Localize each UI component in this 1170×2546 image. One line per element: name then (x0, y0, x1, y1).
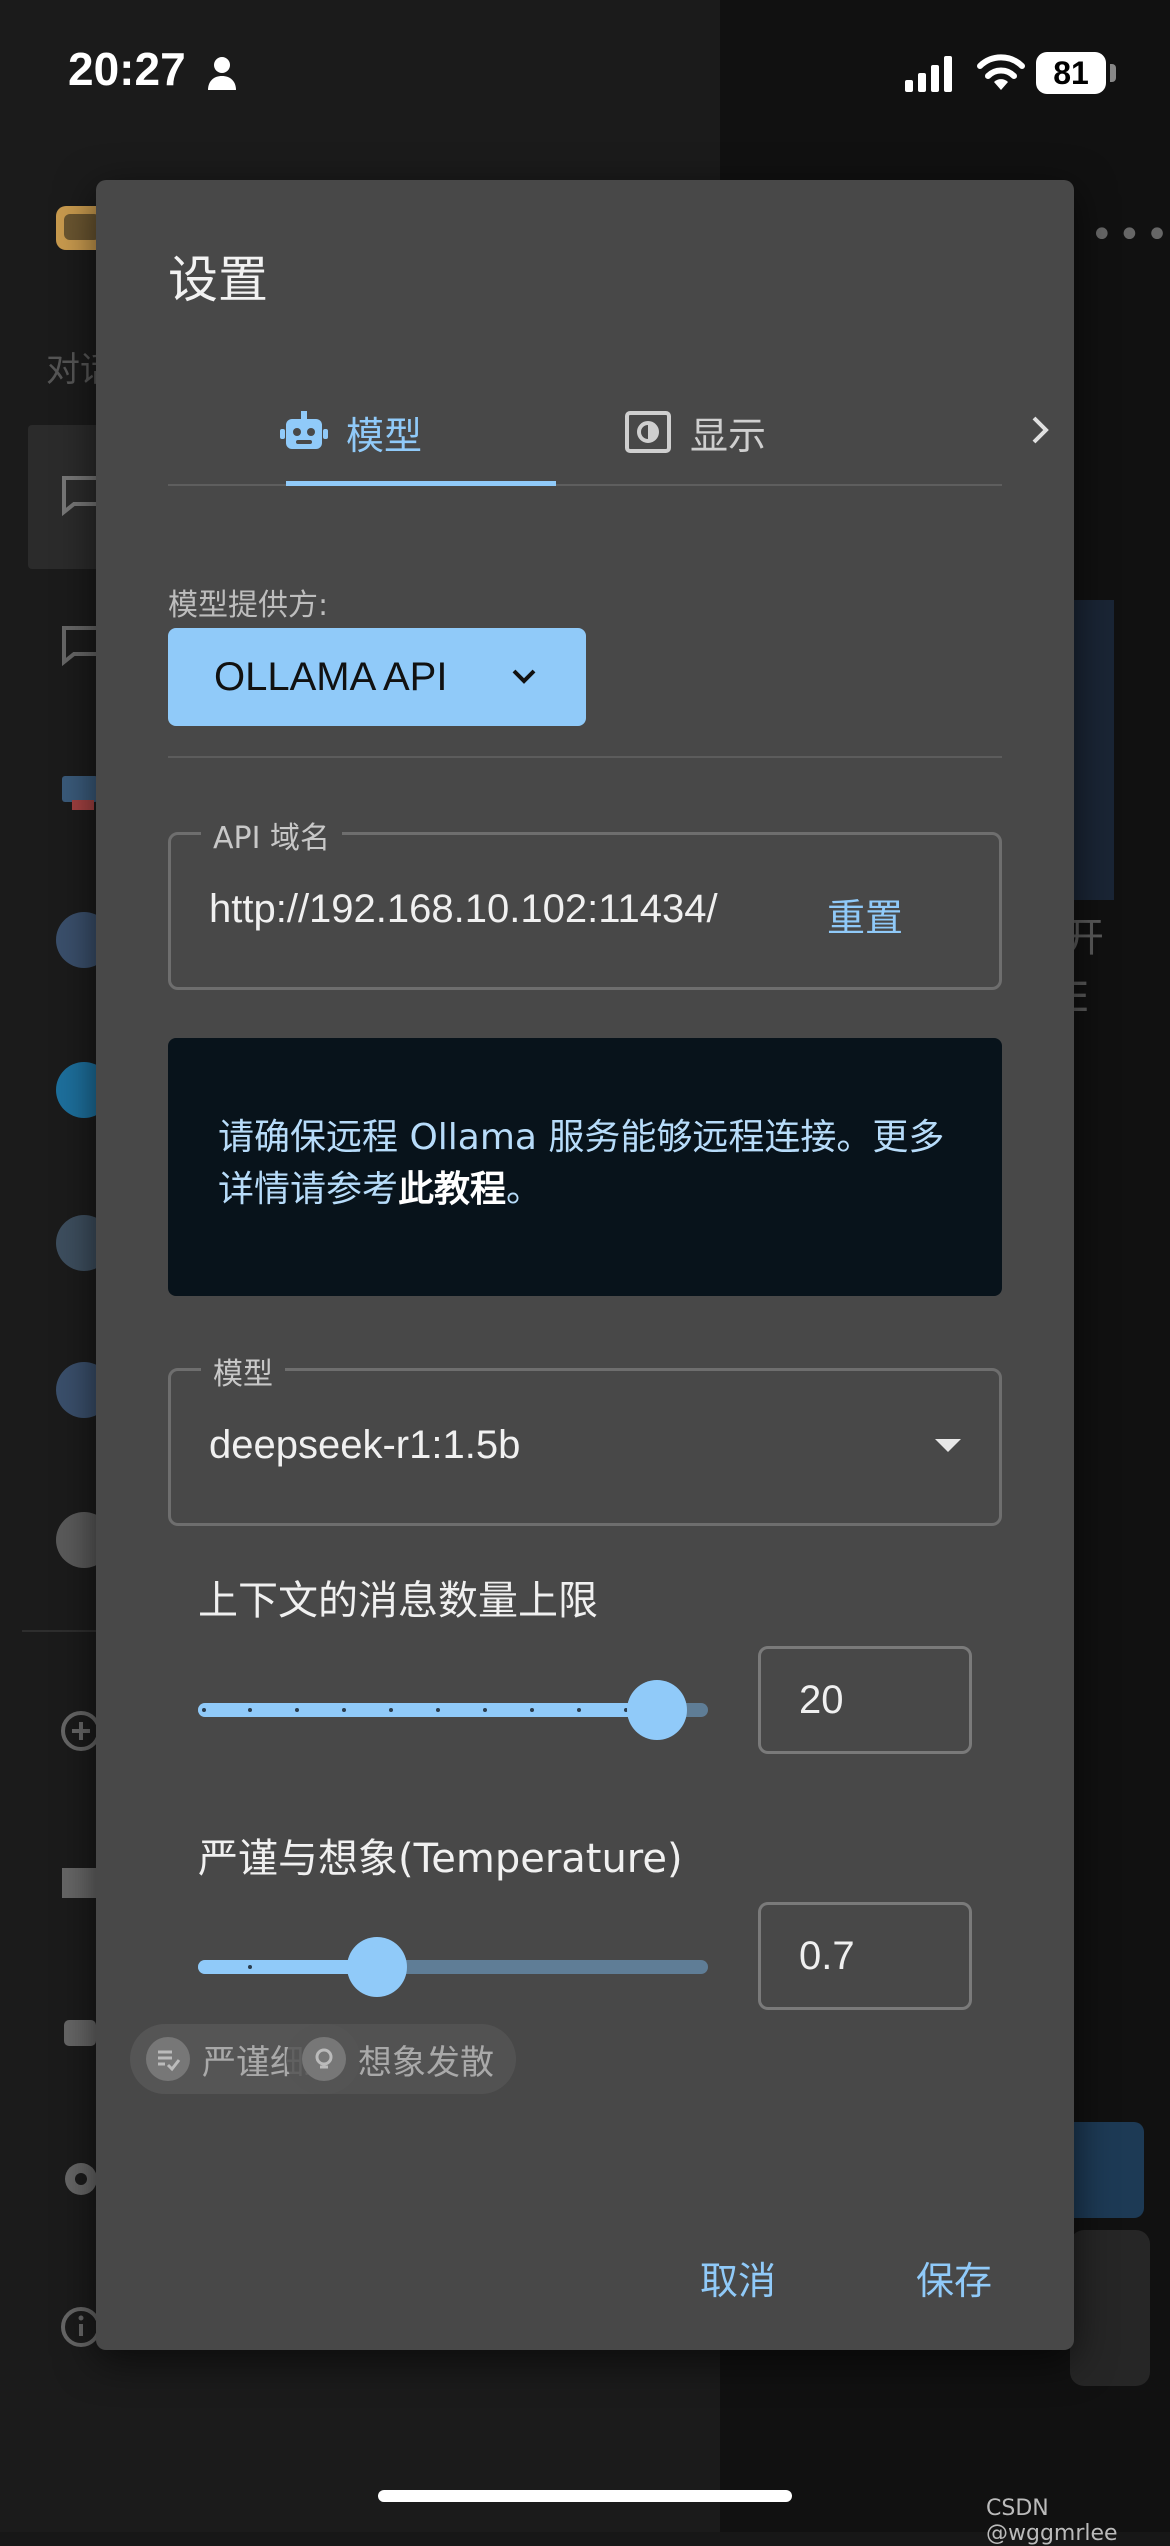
lightbulb-icon (302, 2037, 346, 2081)
tutorial-link[interactable]: 此教程 (398, 1169, 506, 1210)
context-limit-thumb[interactable] (627, 1680, 687, 1740)
robot-icon (280, 411, 328, 449)
wifi-icon (977, 54, 1025, 90)
watermark: CSDN @wggmrlee (986, 2496, 1118, 2546)
api-host-input[interactable]: http://192.168.10.102:11434/ (209, 887, 718, 932)
model-value: deepseek-r1:1.5b (209, 1423, 521, 1467)
api-host-field[interactable]: API 域名 http://192.168.10.102:11434/ 重置 (168, 813, 1002, 990)
provider-select-button[interactable]: OLLAMA API (168, 628, 586, 726)
context-limit-label: 上下文的消息数量上限 (198, 1578, 598, 1624)
settings-dialog: 设置 模型 显示 模型提供方: OLLAMA API API 域名 http:/… (96, 180, 1074, 2350)
slider-tick (436, 1708, 440, 1712)
caret-down-icon (935, 1439, 961, 1452)
reset-button[interactable]: 重置 (827, 887, 903, 942)
info-text: 请确保远程 Ollama 服务能够远程连接。更多详情请参考此教程。 (218, 1112, 978, 1216)
context-limit-fill (198, 1703, 657, 1717)
status-time: 20:27 (68, 43, 186, 95)
context-limit-input[interactable]: 20 (758, 1646, 972, 1754)
chevron-down-icon (512, 669, 536, 684)
temperature-thumb[interactable] (347, 1937, 407, 1997)
info-message: 请确保远程 Ollama 服务能够远程连接。更多详情请参考 (218, 1117, 945, 1210)
creative-mode-chip[interactable]: 想象发散 (286, 2024, 516, 2094)
tab-model[interactable]: 模型 (280, 380, 422, 484)
slider-tick (342, 1708, 346, 1712)
dialog-title: 设置 (168, 251, 268, 309)
tab-display[interactable]: 显示 (624, 380, 766, 484)
slider-tick (248, 1965, 252, 1969)
section-divider (168, 756, 1002, 758)
temperature-label: 严谨与想象(Temperature) (198, 1836, 683, 1882)
creative-mode-label: 想象发散 (358, 2042, 494, 2083)
person-icon (208, 57, 236, 90)
checklist-icon (146, 2037, 190, 2081)
model-legend: 模型 (201, 1349, 285, 1393)
battery-tip (1110, 64, 1116, 82)
active-tab-indicator (286, 481, 556, 486)
cancel-button[interactable]: 取消 (700, 2250, 776, 2305)
display-icon (625, 411, 671, 453)
status-bar: 20:27 81 (0, 0, 1170, 140)
info-alert: 请确保远程 Ollama 服务能够远程连接。更多详情请参考此教程。 (168, 1038, 1002, 1296)
model-select[interactable]: 模型 deepseek-r1:1.5b (168, 1349, 1002, 1526)
save-button[interactable]: 保存 (916, 2250, 992, 2305)
more-icon: ••• (1090, 212, 1170, 258)
provider-value: OLLAMA API (214, 654, 448, 699)
slider-tick (530, 1708, 534, 1712)
battery-level: 81 (1036, 52, 1106, 94)
context-limit-slider[interactable] (198, 1680, 708, 1740)
slider-tick (483, 1708, 487, 1712)
slider-tick (389, 1708, 393, 1712)
message-input (1070, 2230, 1150, 2386)
settings-tabs: 模型 显示 (168, 380, 1049, 486)
api-host-legend: API 域名 (201, 813, 342, 857)
slider-tick (577, 1708, 581, 1712)
home-indicator (378, 2490, 792, 2502)
provider-label: 模型提供方: (168, 588, 329, 623)
slider-tick (295, 1708, 299, 1712)
tab-model-label: 模型 (346, 413, 423, 458)
info-suffix: 。 (506, 1169, 543, 1210)
slider-tick (248, 1708, 252, 1712)
temperature-input[interactable]: 0.7 (758, 1902, 972, 2010)
temperature-slider[interactable] (198, 1937, 708, 1997)
chevron-right-icon[interactable] (1026, 408, 1054, 452)
cellular-signal-icon (905, 56, 952, 92)
tab-display-label: 显示 (690, 413, 767, 458)
slider-tick (202, 1708, 206, 1712)
